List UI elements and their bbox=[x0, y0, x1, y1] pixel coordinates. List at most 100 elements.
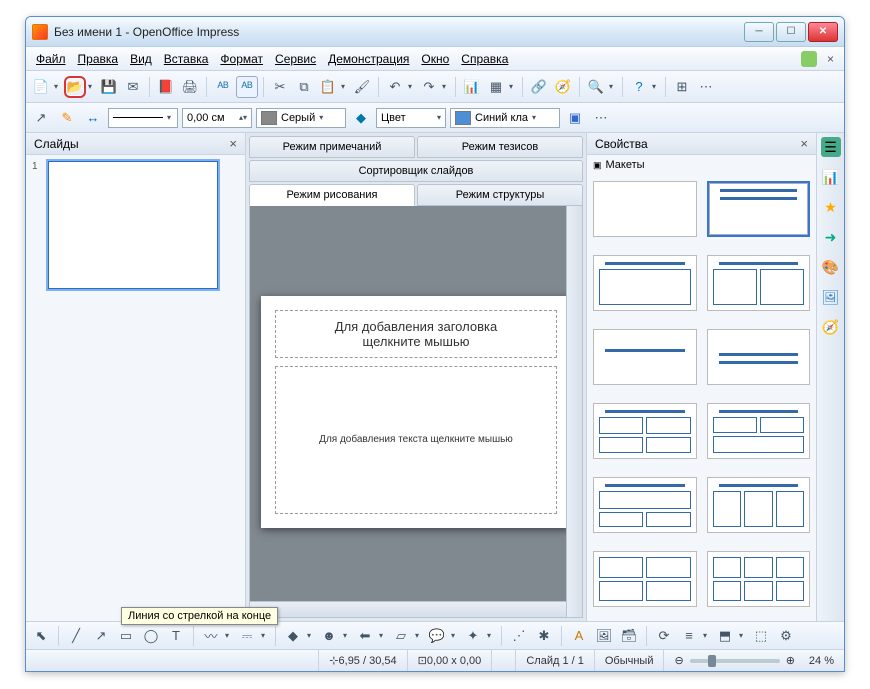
layout-title[interactable] bbox=[593, 329, 697, 385]
connector-tool[interactable]: ⎓ bbox=[236, 625, 258, 647]
vertical-scrollbar[interactable] bbox=[566, 206, 582, 617]
horizontal-scrollbar[interactable] bbox=[250, 601, 566, 617]
shadow-button[interactable]: ▣ bbox=[564, 107, 586, 129]
tab-outline[interactable]: Режим структуры bbox=[417, 184, 583, 206]
fill-type-combo[interactable]: Цвет▾ bbox=[376, 108, 446, 128]
menu-slideshow[interactable]: Демонстрация bbox=[322, 49, 415, 69]
minimize-button[interactable]: ─ bbox=[744, 22, 774, 42]
ellipse-tool[interactable]: ◯ bbox=[140, 625, 162, 647]
status-signature[interactable] bbox=[492, 650, 516, 671]
arrow-style-button[interactable]: ↗ bbox=[30, 107, 52, 129]
undo-button[interactable]: ↶ bbox=[384, 76, 406, 98]
arrow-line-tool[interactable]: ↗ bbox=[90, 625, 112, 647]
line-style-combo[interactable]: ▾ bbox=[108, 108, 178, 128]
close-doc-button[interactable]: × bbox=[821, 50, 840, 68]
sidebar-styles-icon[interactable]: 🎨 bbox=[821, 257, 841, 277]
slides-panel-close[interactable]: × bbox=[229, 136, 237, 151]
symbol-shapes-tool[interactable]: ☻ bbox=[318, 625, 340, 647]
hyperlink-button[interactable]: 🔗 bbox=[528, 76, 550, 98]
menu-tools[interactable]: Сервис bbox=[269, 49, 322, 69]
close-button[interactable]: ✕ bbox=[808, 22, 838, 42]
layout-2x2[interactable] bbox=[593, 403, 697, 459]
slide-editor[interactable]: Для добавления заголовка щелкните мышью … bbox=[249, 206, 583, 618]
arrow-ends-button[interactable]: ↔ bbox=[82, 107, 104, 129]
toolbar-more[interactable]: ⋯ bbox=[590, 107, 612, 129]
stars-tool[interactable]: ✦ bbox=[462, 625, 484, 647]
new-button[interactable]: 📄 bbox=[30, 76, 52, 98]
menu-view[interactable]: Вид bbox=[124, 49, 158, 69]
zoom-slider[interactable] bbox=[690, 659, 780, 663]
sidebar-transition-icon[interactable]: ➜ bbox=[821, 227, 841, 247]
layout-title-content[interactable] bbox=[707, 181, 811, 237]
table-button[interactable]: ▦ bbox=[485, 76, 507, 98]
sidebar-master-icon[interactable]: 📊 bbox=[821, 167, 841, 187]
rect-tool[interactable]: ▭ bbox=[115, 625, 137, 647]
layout-2x1[interactable] bbox=[707, 403, 811, 459]
copy-button[interactable]: ⧉ bbox=[293, 76, 315, 98]
glue-tool[interactable]: ✱ bbox=[533, 625, 555, 647]
area-button[interactable]: ◆ bbox=[350, 107, 372, 129]
layout-grid6[interactable] bbox=[707, 551, 811, 607]
cut-button[interactable]: ✂ bbox=[269, 76, 291, 98]
spellcheck-button[interactable]: ᴬᴮ bbox=[212, 76, 234, 98]
sidebar-navigator-icon[interactable]: 🧭 bbox=[821, 317, 841, 337]
zoom-in-button[interactable]: ⊕ bbox=[786, 654, 795, 667]
select-tool[interactable]: ⬉ bbox=[30, 625, 52, 647]
fill-color-combo[interactable]: Синий кла▾ bbox=[450, 108, 560, 128]
from-file-tool[interactable]: 🖼 bbox=[593, 625, 615, 647]
autospell-button[interactable]: ᴬᴮ bbox=[236, 76, 258, 98]
gallery-tool[interactable]: 🗃 bbox=[618, 625, 640, 647]
layout-1x2[interactable] bbox=[593, 477, 697, 533]
line-width-input[interactable]: 0,00 см▴▾ bbox=[182, 108, 252, 128]
sidebar-properties-icon[interactable]: ☰ bbox=[821, 137, 841, 157]
chart-button[interactable]: 📊 bbox=[461, 76, 483, 98]
layout-3col[interactable] bbox=[707, 477, 811, 533]
interaction-tool[interactable]: ⚙ bbox=[775, 625, 797, 647]
redo-button[interactable]: ↷ bbox=[418, 76, 440, 98]
title-placeholder[interactable]: Для добавления заголовка щелкните мышью bbox=[275, 310, 557, 358]
open-button[interactable]: 📂 bbox=[64, 76, 86, 98]
points-tool[interactable]: ⋰ bbox=[508, 625, 530, 647]
menu-window[interactable]: Окно bbox=[415, 49, 455, 69]
extension-button[interactable]: ⋯ bbox=[695, 76, 717, 98]
layout-two-content[interactable] bbox=[707, 255, 811, 311]
slide-thumbnail-1[interactable] bbox=[48, 161, 218, 289]
menu-file[interactable]: Файл bbox=[30, 49, 72, 69]
layout-title-only[interactable] bbox=[593, 255, 697, 311]
help-button[interactable]: ? bbox=[628, 76, 650, 98]
menu-edit[interactable]: Правка bbox=[72, 49, 125, 69]
grid-button[interactable]: ⊞ bbox=[671, 76, 693, 98]
zoom-out-button[interactable]: ⊖ bbox=[674, 654, 683, 667]
properties-panel-close[interactable]: × bbox=[800, 136, 808, 151]
update-icon[interactable] bbox=[801, 51, 817, 67]
layout-grid4[interactable] bbox=[593, 551, 697, 607]
format-paint-button[interactable]: 🖌 bbox=[351, 76, 373, 98]
curve-tool[interactable]: 〰 bbox=[200, 625, 222, 647]
status-layout[interactable]: Обычный bbox=[595, 650, 665, 671]
body-placeholder[interactable]: Для добавления текста щелкните мышью bbox=[275, 366, 557, 514]
email-button[interactable]: ✉ bbox=[122, 76, 144, 98]
navigator-button[interactable]: 🧭 bbox=[552, 76, 574, 98]
block-arrows-tool[interactable]: ⬅ bbox=[354, 625, 376, 647]
align-tool[interactable]: ≡ bbox=[678, 625, 700, 647]
menu-help[interactable]: Справка bbox=[455, 49, 514, 69]
fontwork-tool[interactable]: A bbox=[568, 625, 590, 647]
zoom-button[interactable]: 🔍 bbox=[585, 76, 607, 98]
print-button[interactable]: 🖨 bbox=[179, 76, 201, 98]
save-button[interactable]: 💾 bbox=[98, 76, 120, 98]
paste-button[interactable]: 📋 bbox=[317, 76, 339, 98]
tab-sorter[interactable]: Сортировщик слайдов bbox=[249, 160, 583, 182]
layout-blank[interactable] bbox=[593, 181, 697, 237]
callout-tool[interactable]: 💬 bbox=[426, 625, 448, 647]
menu-insert[interactable]: Вставка bbox=[158, 49, 215, 69]
tab-handout[interactable]: Режим тезисов bbox=[417, 136, 583, 158]
line-tool[interactable]: ╱ bbox=[65, 625, 87, 647]
export-pdf-button[interactable]: 📕 bbox=[155, 76, 177, 98]
line-style-button[interactable]: ✎ bbox=[56, 107, 78, 129]
layout-centered[interactable] bbox=[707, 329, 811, 385]
menu-format[interactable]: Формат bbox=[214, 49, 269, 69]
arrange-tool[interactable]: ⬒ bbox=[714, 625, 736, 647]
text-tool[interactable]: T bbox=[165, 625, 187, 647]
tab-drawing[interactable]: Режим рисования bbox=[249, 184, 415, 206]
rotate-tool[interactable]: ⟳ bbox=[653, 625, 675, 647]
